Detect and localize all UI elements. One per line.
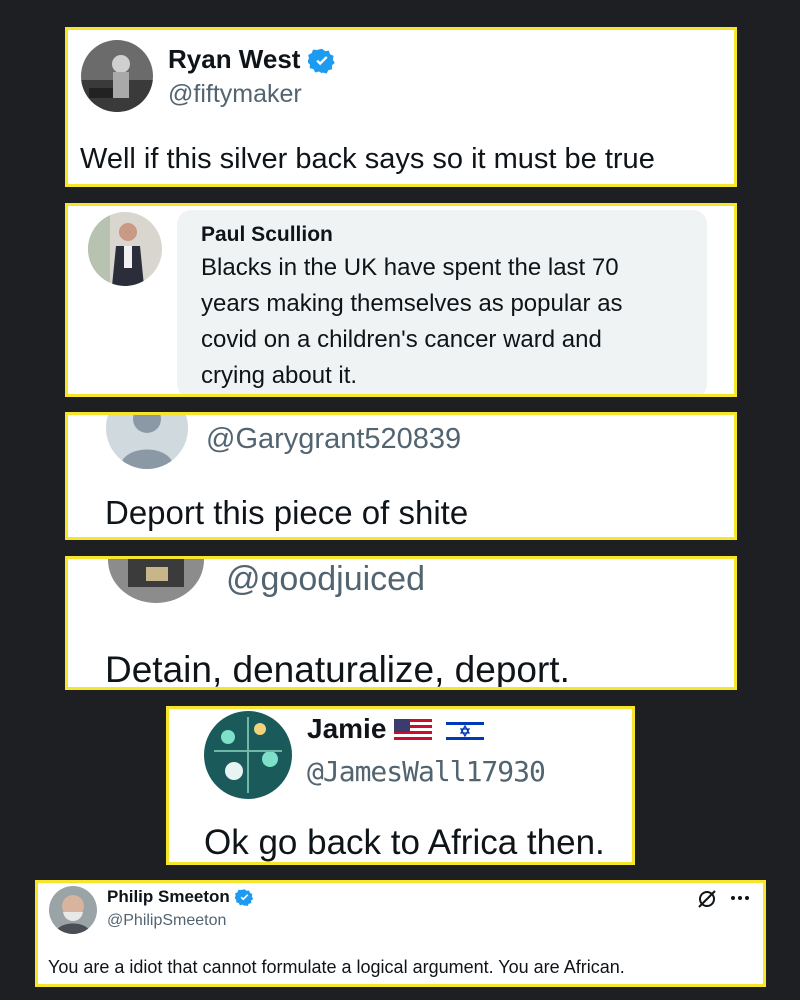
reply-text: Ok go back to Africa then. — [204, 823, 605, 862]
reply-text: Deport this piece of shite — [105, 494, 469, 531]
reply-card-paul-scullion: Paul Scullion Blacks in the UK have spen… — [65, 203, 737, 397]
username[interactable]: @JamesWall17930 — [307, 755, 546, 788]
username[interactable]: @goodjuiced — [226, 560, 425, 599]
grok-icon[interactable] — [696, 888, 718, 910]
tweet-text: You are a idiot that cannot formulate a … — [48, 957, 625, 977]
comment-line-3: covid on a children's cancer ward and — [201, 326, 602, 353]
avatar[interactable] — [81, 40, 153, 112]
display-name[interactable]: Jamie — [307, 713, 484, 745]
more-icon[interactable] — [728, 887, 752, 909]
tweet-text: Well if this silver back says so it must… — [80, 143, 655, 175]
comment-line-1: Blacks in the UK have spent the last 70 — [201, 254, 619, 281]
username[interactable]: @fiftymaker — [168, 80, 302, 109]
avatar[interactable] — [49, 886, 97, 934]
israel-flag-icon — [445, 718, 484, 743]
default-avatar-icon[interactable] — [106, 415, 188, 469]
display-name[interactable]: Philip Smeeton — [107, 887, 254, 907]
us-flag-icon — [394, 718, 433, 743]
username[interactable]: @PhilipSmeeton — [107, 912, 226, 930]
username[interactable]: @Garygrant520839 — [206, 423, 461, 456]
verified-badge-icon — [234, 889, 253, 907]
verified-badge-icon — [307, 48, 335, 74]
tweet-card-philip-smeeton: Philip Smeeton @PhilipSmeeton You are a … — [35, 880, 766, 987]
comment-line-2: years making themselves as popular as — [201, 290, 623, 317]
commenter-name[interactable]: Paul Scullion — [201, 223, 333, 247]
display-name[interactable]: Ryan West — [168, 44, 336, 75]
tweet-card-ryan-west: Ryan West @fiftymaker Well if this silve… — [65, 27, 737, 187]
avatar[interactable] — [204, 711, 292, 799]
reply-card-jamie: Jamie @JamesWall17930 Ok go back to Afri… — [166, 706, 635, 865]
comment-line-4: crying about it. — [201, 362, 358, 389]
avatar[interactable] — [88, 212, 162, 286]
reply-card-garygrant: @Garygrant520839 Deport this piece of sh… — [65, 412, 737, 540]
reply-text: Detain, denaturalize, deport. — [105, 649, 570, 690]
avatar[interactable] — [108, 559, 204, 603]
reply-card-goodjuiced: @goodjuiced Detain, denaturalize, deport… — [65, 556, 737, 690]
